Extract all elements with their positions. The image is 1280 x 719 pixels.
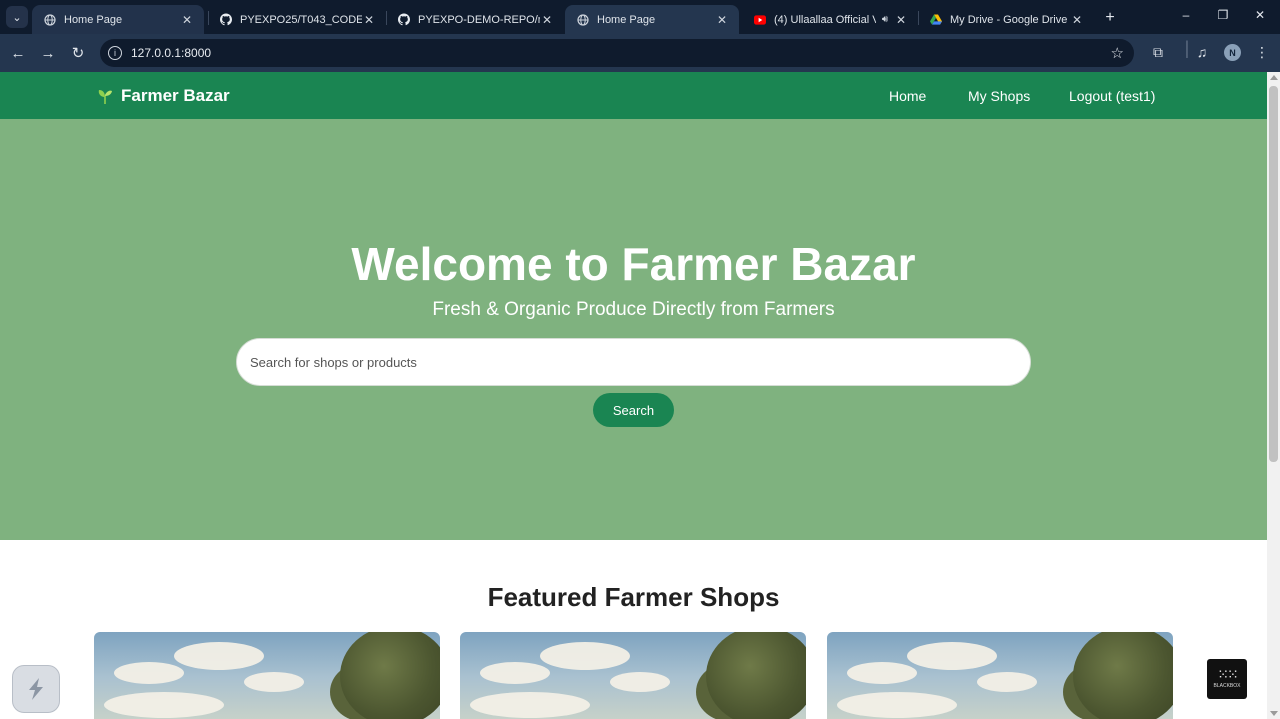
site-navbar: Farmer Bazar Home My Shops Logout (test1… [0,72,1267,119]
close-window-button[interactable]: ✕ [1250,8,1270,22]
reload-icon: ↻ [71,45,85,62]
tab-title: Home Page [64,13,123,26]
youtube-icon [754,14,766,26]
menu-kebab-icon[interactable]: ⋮ [1253,44,1271,61]
extensions-icon[interactable]: ⧉ [1149,44,1167,61]
scrollbar-thumb[interactable] [1269,86,1278,462]
hero-section: Welcome to Farmer Bazar Fresh & Organic … [0,119,1267,540]
speaker-icon[interactable]: 🔊︎ [876,14,894,25]
close-icon[interactable]: ✕ [362,13,376,27]
forward-button[interactable]: → [38,43,58,63]
nav-link-logout[interactable]: Logout (test1) [1069,88,1155,104]
tab-youtube[interactable]: (4) Ullaallaa Official Vid 🔊︎ ✕ [742,5,918,34]
github-icon [220,13,232,26]
tab-search-button[interactable]: ⌄ [6,6,28,28]
chevron-down-icon: ⌄ [12,11,22,24]
page-viewport: Farmer Bazar Home My Shops Logout (test1… [0,72,1280,719]
scroll-down-icon[interactable] [1270,711,1278,716]
browser-toolbar: ← → ↻ i 127.0.0.1:8000 ☆ ⧉ | ♫ N ⋮ [0,34,1280,72]
tab-home-page-1[interactable]: Home Page ✕ [32,5,204,34]
shop-card-image[interactable] [460,632,806,719]
profile-avatar[interactable]: N [1224,44,1241,61]
floating-extension-button[interactable] [12,665,60,713]
close-icon[interactable]: ✕ [715,13,729,27]
arrow-left-icon: ← [10,44,26,62]
brand-name: Farmer Bazar [121,86,230,105]
nav-link-home[interactable]: Home [889,88,926,104]
seedling-icon [98,90,112,104]
google-drive-icon [930,13,942,26]
lightning-icon [29,678,43,700]
tab-home-page-current[interactable]: Home Page ✕ [565,5,739,34]
shop-card-image[interactable] [827,632,1173,719]
brand-logo[interactable]: Farmer Bazar [96,86,230,106]
site-info-icon[interactable]: i [108,46,122,60]
close-icon[interactable]: ✕ [540,13,554,27]
tab-title: PYEXPO-DEMO-REPO/me [418,13,540,26]
github-icon [398,13,410,26]
close-icon[interactable]: ✕ [180,13,194,27]
address-bar[interactable]: i 127.0.0.1:8000 ☆ [100,39,1134,67]
tab-github-codecra[interactable]: PYEXPO25/T043_CODECRA ✕ [208,5,386,34]
new-tab-button[interactable]: + [1100,8,1120,28]
tab-title: My Drive - Google Drive [950,13,1068,26]
tab-title: (4) Ullaallaa Official Vid [774,13,876,26]
shop-card-image[interactable] [94,632,440,719]
url-text[interactable]: 127.0.0.1:8000 [131,46,211,60]
grid-icon: ⁙⁙ [1217,666,1238,682]
reload-button[interactable]: ↻ [68,43,88,63]
scroll-up-icon[interactable] [1270,75,1278,80]
minimize-button[interactable]: – [1176,8,1196,22]
close-icon[interactable]: ✕ [894,13,908,27]
arrow-right-icon: → [40,44,56,62]
plus-icon: + [1105,9,1115,26]
hero-subtitle: Fresh & Organic Produce Directly from Fa… [432,299,835,320]
browser-tab-bar: ⌄ Home Page ✕ PYEXPO25/T043_CODECRA ✕ PY… [0,0,1280,34]
back-button[interactable]: ← [8,43,28,63]
restore-button[interactable]: ❐ [1213,8,1233,22]
blackbox-label: BLACKBOX [1213,683,1241,689]
featured-shops-heading: Featured Farmer Shops [487,582,780,612]
globe-icon [44,13,56,26]
globe-icon [577,13,589,26]
search-box [236,338,1031,386]
tab-google-drive[interactable]: My Drive - Google Drive ✕ [918,5,1094,34]
nav-link-my-shops[interactable]: My Shops [968,88,1030,104]
tab-github-demo-repo[interactable]: PYEXPO-DEMO-REPO/me ✕ [386,5,564,34]
search-input[interactable] [250,339,1010,385]
media-control-icon[interactable]: ♫ [1193,44,1211,60]
page-scrollbar[interactable] [1267,72,1280,719]
tab-title: PYEXPO25/T043_CODECRA [240,13,362,26]
bookmark-star-icon[interactable]: ☆ [1111,44,1124,62]
tab-title: Home Page [597,13,656,26]
close-icon[interactable]: ✕ [1070,13,1084,27]
blackbox-extension-widget[interactable]: ⁙⁙ BLACKBOX [1207,659,1247,699]
hero-title: Welcome to Farmer Bazar [351,238,916,290]
search-button[interactable]: Search [593,393,674,427]
